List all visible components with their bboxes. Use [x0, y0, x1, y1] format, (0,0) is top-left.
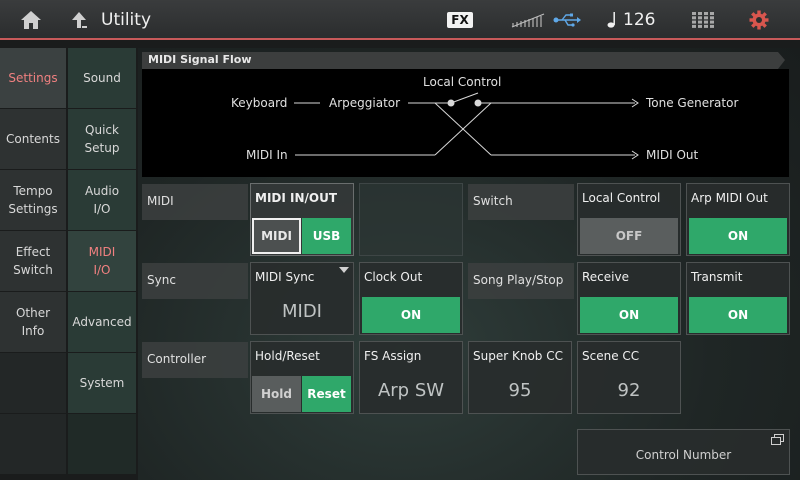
- scene-cc-cell[interactable]: Scene CC 92: [577, 341, 681, 414]
- transmit-label: Transmit: [691, 270, 743, 284]
- dropdown-triangle-icon: [339, 267, 349, 273]
- midi-option-button[interactable]: MIDI: [252, 218, 301, 254]
- nav-label: Contents: [6, 132, 60, 146]
- nav-other-info[interactable]: Other Info: [0, 292, 66, 352]
- quarter-note-icon: [604, 0, 622, 40]
- nav-label: Settings: [8, 71, 58, 85]
- control-number-button[interactable]: Control Number: [577, 429, 790, 475]
- hold-reset-cell: Hold/Reset Hold Reset: [250, 341, 354, 414]
- usb-icon: [550, 0, 584, 40]
- row-label-controller: Controller: [142, 342, 248, 378]
- flow-local-control: Local Control: [423, 75, 502, 89]
- secondary-nav: Sound Quick Setup Audio I/O MIDI I/O Adv…: [68, 48, 136, 475]
- midi-sync-value: MIDI: [281, 301, 322, 322]
- transmit-cell: Transmit ON: [686, 262, 790, 335]
- arp-midi-out-label: Arp MIDI Out: [691, 191, 768, 205]
- reset-option-button[interactable]: Reset: [302, 376, 351, 412]
- clock-out-label: Clock Out: [364, 270, 423, 284]
- nav-label: Effect Switch: [13, 245, 53, 277]
- scene-cc-value: 92: [617, 380, 641, 401]
- subnav-system[interactable]: System: [68, 353, 136, 413]
- primary-nav: Settings Contents Tempo Settings Effect …: [0, 48, 66, 475]
- nav-label: Tempo Settings: [8, 184, 58, 216]
- fx-badge-label: FX: [447, 12, 473, 28]
- row-label-sync: Sync: [142, 263, 248, 299]
- hold-option-button[interactable]: Hold: [252, 376, 301, 412]
- row-label-song-play-stop: Song Play/Stop: [468, 263, 574, 299]
- clock-out-cell: Clock Out ON: [359, 262, 463, 335]
- top-bar: Utility FX 126: [0, 0, 800, 40]
- nav-label: Other Info: [15, 306, 51, 338]
- nav-tempo-settings[interactable]: Tempo Settings: [0, 170, 66, 230]
- nav-label: Advanced: [72, 315, 132, 329]
- clock-out-toggle[interactable]: ON: [362, 297, 460, 333]
- nav-label: Quick Setup: [84, 123, 120, 155]
- subnav-midi-io[interactable]: MIDI I/O: [68, 231, 136, 291]
- signal-flow-title: MIDI Signal Flow: [148, 53, 252, 66]
- nav-effect-switch[interactable]: Effect Switch: [0, 231, 66, 291]
- subnav-sound[interactable]: Sound: [68, 48, 136, 108]
- arp-midi-out-cell: Arp MIDI Out ON: [686, 183, 790, 256]
- midi-in-out-label: MIDI IN/OUT: [255, 191, 338, 205]
- fx-badge[interactable]: FX: [445, 0, 475, 40]
- receive-toggle[interactable]: ON: [580, 297, 678, 333]
- signal-flow-diagram: Keyboard Arpeggiator Local Control Tone …: [142, 69, 789, 177]
- tempo-value[interactable]: 126: [623, 10, 655, 30]
- flow-tone-generator: Tone Generator: [646, 96, 739, 110]
- gear-icon[interactable]: [742, 0, 776, 40]
- fs-assign-cell[interactable]: FS Assign Arp SW: [359, 341, 463, 414]
- nav-empty-slot: [0, 414, 66, 474]
- super-knob-cc-cell[interactable]: Super Knob CC 95: [468, 341, 572, 414]
- flow-keyboard: Keyboard: [231, 96, 288, 110]
- local-control-label: Local Control: [582, 191, 661, 205]
- popup-window-icon: [771, 434, 784, 445]
- nav-empty-slot: [0, 353, 66, 413]
- midi-sync-cell[interactable]: MIDI Sync MIDI: [250, 262, 354, 335]
- home-icon[interactable]: [14, 0, 48, 40]
- transmit-toggle[interactable]: ON: [689, 297, 787, 333]
- local-control-cell: Local Control OFF: [577, 183, 681, 256]
- control-number-label: Control Number: [635, 448, 732, 462]
- arp-midi-out-toggle[interactable]: ON: [689, 218, 787, 254]
- nav-settings[interactable]: Settings: [0, 48, 66, 108]
- nav-label: MIDI I/O: [88, 245, 116, 277]
- nav-label: Sound: [83, 71, 121, 85]
- row-label-switch: Switch: [468, 184, 574, 220]
- receive-cell: Receive ON: [577, 262, 681, 335]
- signal-flow-header: MIDI Signal Flow: [142, 52, 785, 69]
- midi-level-icon: [510, 0, 546, 40]
- midi-in-out-cell: MIDI IN/OUT MIDI USB: [250, 183, 354, 256]
- subnav-quick-setup[interactable]: Quick Setup: [68, 109, 136, 169]
- subnav-audio-io[interactable]: Audio I/O: [68, 170, 136, 230]
- page-title: Utility: [101, 10, 152, 30]
- receive-label: Receive: [582, 270, 629, 284]
- flow-arpeggiator: Arpeggiator: [329, 96, 401, 110]
- midi-sync-label: MIDI Sync: [255, 270, 315, 284]
- local-control-toggle[interactable]: OFF: [580, 218, 678, 254]
- super-knob-cc-label: Super Knob CC: [473, 349, 563, 363]
- scene-cc-label: Scene CC: [582, 349, 640, 363]
- nav-label: System: [79, 376, 125, 390]
- fs-assign-value: Arp SW: [377, 380, 445, 401]
- empty-cell: [359, 183, 463, 256]
- row-label-midi: MIDI: [142, 184, 248, 220]
- super-knob-cc-value: 95: [508, 380, 532, 401]
- grid-icon[interactable]: [688, 0, 718, 40]
- subnav-advanced[interactable]: Advanced: [68, 292, 136, 352]
- usb-option-button[interactable]: USB: [302, 218, 351, 254]
- nav-contents[interactable]: Contents: [0, 109, 66, 169]
- nav-label: Audio I/O: [84, 184, 120, 216]
- flow-midi-in: MIDI In: [246, 148, 288, 162]
- up-arrow-icon[interactable]: [66, 0, 92, 40]
- hold-reset-label: Hold/Reset: [255, 349, 320, 363]
- fs-assign-label: FS Assign: [364, 349, 422, 363]
- flow-midi-out: MIDI Out: [646, 148, 699, 162]
- nav-empty-slot: [68, 414, 136, 474]
